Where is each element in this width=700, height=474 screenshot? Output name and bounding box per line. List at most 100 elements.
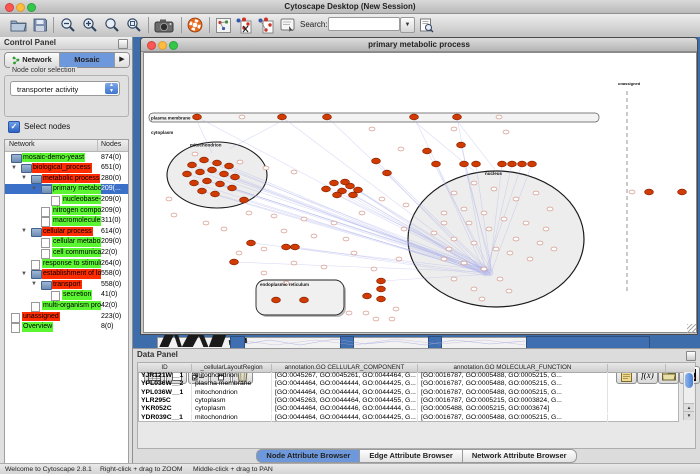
annotations-button[interactable] xyxy=(277,15,297,35)
node-selected[interactable] xyxy=(498,161,507,167)
tab-node-attribute-browser[interactable]: Node Attribute Browser xyxy=(256,449,360,463)
node-unselected[interactable] xyxy=(513,197,519,201)
tab-mosaic[interactable]: Mosaic xyxy=(60,53,115,67)
node-unselected[interactable] xyxy=(513,237,519,241)
node-unselected[interactable] xyxy=(398,147,404,151)
node-selected[interactable] xyxy=(377,278,386,284)
node-selected[interactable] xyxy=(457,142,466,148)
node-selected[interactable] xyxy=(423,148,432,154)
node-unselected[interactable] xyxy=(481,267,487,271)
node-selected[interactable] xyxy=(231,174,240,180)
node-selected[interactable] xyxy=(349,192,358,198)
node-selected[interactable] xyxy=(272,297,281,303)
node-unselected[interactable] xyxy=(221,227,227,231)
node-selected[interactable] xyxy=(247,240,256,246)
node-selected[interactable] xyxy=(333,192,342,198)
node-unselected[interactable] xyxy=(331,221,337,225)
node-selected[interactable] xyxy=(183,171,192,177)
node-selected[interactable] xyxy=(322,186,331,192)
node-selected[interactable] xyxy=(330,180,339,186)
network-window-titlebar[interactable]: primary metabolic process xyxy=(141,38,697,52)
node-selected[interactable] xyxy=(410,114,419,120)
search-dropdown-arrow[interactable]: ▼ xyxy=(400,17,415,33)
node-unselected[interactable] xyxy=(291,170,297,174)
node-unselected[interactable] xyxy=(393,307,399,311)
node-unselected[interactable] xyxy=(346,311,352,315)
tree-item-mosaic-demo-yeast[interactable]: mosaic-demo-yeast874(0) xyxy=(5,152,128,163)
table-row[interactable]: YLR295Ccytoplasm[GO:0045263, GO:0044464,… xyxy=(138,397,679,405)
node-selected[interactable] xyxy=(240,197,249,203)
tab-network[interactable]: Network xyxy=(5,53,60,67)
configure-search-button[interactable] xyxy=(416,15,436,35)
tree-item-biological-process[interactable]: ▼biological_process651(0) xyxy=(5,163,128,174)
expander-icon[interactable]: ▼ xyxy=(11,164,17,173)
node-unselected[interactable] xyxy=(192,152,198,156)
node-selected[interactable] xyxy=(220,171,229,177)
node-unselected[interactable] xyxy=(533,191,539,195)
zoom-fit-button[interactable] xyxy=(102,15,122,35)
remove-selected-button[interactable] xyxy=(255,15,275,35)
node-unselected[interactable] xyxy=(547,207,553,211)
node-unselected[interactable] xyxy=(403,203,409,207)
node-unselected[interactable] xyxy=(236,251,242,255)
select-nodes-checkbox[interactable]: ✓ xyxy=(8,121,20,133)
node-unselected[interactable] xyxy=(379,197,385,201)
node-selected[interactable] xyxy=(216,181,225,187)
node-unselected[interactable] xyxy=(261,271,267,275)
tree-item-cell-communicat[interactable]: cell communicat22(0) xyxy=(5,247,128,258)
node-unselected[interactable] xyxy=(537,241,543,245)
node-selected[interactable] xyxy=(200,157,209,163)
float-panel-icon[interactable] xyxy=(686,351,696,361)
tab-edge-attribute-browser[interactable]: Edge Attribute Browser xyxy=(360,449,462,463)
node-selected[interactable] xyxy=(228,185,237,191)
float-panel-icon[interactable] xyxy=(118,39,128,49)
node-unselected[interactable] xyxy=(466,221,472,225)
node-unselected[interactable] xyxy=(471,241,477,245)
node-unselected[interactable] xyxy=(481,211,487,215)
node-unselected[interactable] xyxy=(507,251,513,255)
node-selected[interactable] xyxy=(678,189,687,195)
node-unselected[interactable] xyxy=(311,234,317,238)
expander-icon[interactable]: ▼ xyxy=(21,227,27,236)
node-selected[interactable] xyxy=(208,167,217,173)
tree-item-overview[interactable]: Overview8(0) xyxy=(5,322,128,333)
node-unselected[interactable] xyxy=(493,247,499,251)
node-selected[interactable] xyxy=(518,161,527,167)
node-selected[interactable] xyxy=(203,178,212,184)
tree-item-metabolic-process[interactable]: ▼metabolic process280(0) xyxy=(5,173,128,184)
node-unselected[interactable] xyxy=(246,211,252,215)
node-selected[interactable] xyxy=(190,180,199,186)
node-unselected[interactable] xyxy=(166,197,172,201)
node-selected[interactable] xyxy=(472,161,481,167)
node-unselected[interactable] xyxy=(451,127,457,131)
expander-icon[interactable]: ▼ xyxy=(31,185,37,194)
node-unselected[interactable] xyxy=(471,181,477,185)
node-selected[interactable] xyxy=(193,114,202,120)
node-unselected[interactable] xyxy=(451,237,457,241)
node-unselected[interactable] xyxy=(441,211,447,215)
node-unselected[interactable] xyxy=(237,160,243,164)
tree-item-primary-metabo[interactable]: ▼primary metabo209(... xyxy=(5,184,128,195)
node-unselected[interactable] xyxy=(479,297,485,301)
node-selected[interactable] xyxy=(377,286,386,292)
node-unselected[interactable] xyxy=(486,227,492,231)
snapshot-button[interactable] xyxy=(152,15,176,35)
node-selected[interactable] xyxy=(196,169,205,175)
open-button[interactable] xyxy=(8,15,28,35)
node-unselected[interactable] xyxy=(359,211,365,215)
node-unselected[interactable] xyxy=(301,217,307,221)
zoom-out-button[interactable] xyxy=(58,15,78,35)
node-selected[interactable] xyxy=(188,162,197,168)
node-unselected[interactable] xyxy=(471,287,477,291)
node-unselected[interactable] xyxy=(431,231,437,235)
tree-item-cellular-process[interactable]: ▼cellular process614(0) xyxy=(5,226,128,237)
node-selected[interactable] xyxy=(383,170,392,176)
node-selected[interactable] xyxy=(282,244,291,250)
node-unselected[interactable] xyxy=(451,277,457,281)
node-unselected[interactable] xyxy=(363,311,369,315)
node-selected[interactable] xyxy=(300,297,309,303)
node-unselected[interactable] xyxy=(263,166,269,170)
node-unselected[interactable] xyxy=(239,115,245,119)
tab-network-attribute-browser[interactable]: Network Attribute Browser xyxy=(463,449,577,463)
tree-item-transport[interactable]: ▼transport558(0) xyxy=(5,279,128,290)
